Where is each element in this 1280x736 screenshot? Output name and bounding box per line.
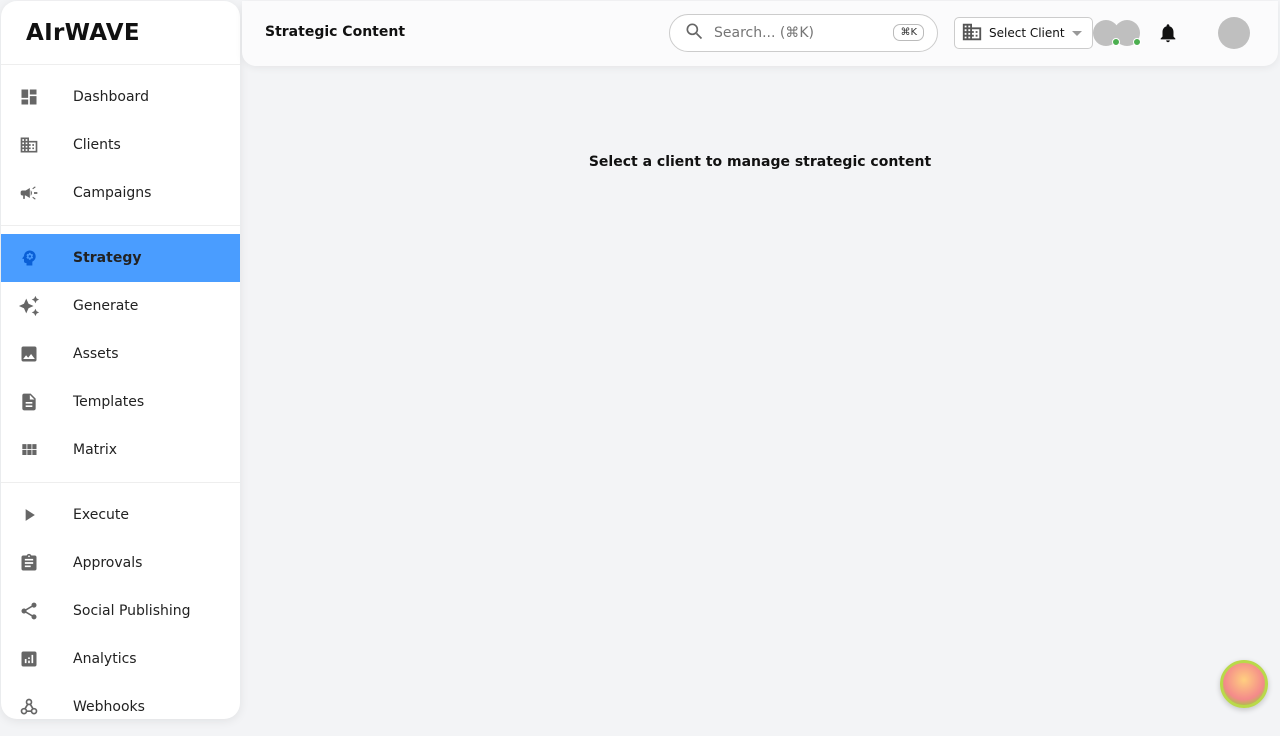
divider (1, 225, 240, 226)
sidebar-item-label: Generate (73, 298, 139, 314)
image-icon (1, 344, 73, 364)
sidebar-item-label: Templates (73, 394, 145, 410)
online-indicator (1133, 38, 1141, 46)
sidebar-item-label: Social Publishing (73, 603, 191, 619)
sidebar-item-analytics[interactable]: Analytics (1, 635, 240, 683)
sidebar-item-approvals[interactable]: Approvals (1, 539, 240, 587)
analytics-icon (1, 649, 73, 669)
bell-icon[interactable] (1157, 22, 1179, 48)
search-box[interactable]: ⌘K (669, 14, 938, 52)
sidebar-item-label: Assets (73, 346, 119, 362)
sparkle-icon (1, 295, 73, 317)
grid-icon (1, 440, 73, 460)
sidebar-item-execute[interactable]: Execute (1, 491, 240, 539)
sidebar-item-label: Execute (73, 507, 129, 523)
sidebar-item-dashboard[interactable]: Dashboard (1, 73, 240, 121)
sidebar-item-label: Dashboard (73, 89, 149, 105)
sidebar-item-label: Analytics (73, 651, 137, 667)
assistant-island-button[interactable] (1220, 660, 1268, 708)
sidebar-item-clients[interactable]: Clients (1, 121, 240, 169)
sidebar: AIrWAVE Dashboard Clients Campaigns Stra… (1, 1, 240, 719)
page-title: Strategic Content (265, 24, 406, 40)
building-icon (961, 21, 983, 46)
client-select-label: Select Client (989, 26, 1065, 40)
webhook-icon (1, 697, 73, 717)
app-logo: AIrWAVE (1, 1, 240, 65)
sidebar-item-campaigns[interactable]: Campaigns (1, 169, 240, 217)
user-avatar[interactable] (1218, 17, 1250, 49)
play-icon (1, 505, 73, 525)
sidebar-item-label: Approvals (73, 555, 143, 571)
sidebar-item-label: Matrix (73, 442, 118, 458)
document-icon (1, 392, 73, 412)
sidebar-item-webhooks[interactable]: Webhooks (1, 683, 240, 719)
sidebar-item-label: Campaigns (73, 185, 152, 201)
empty-state-message: Select a client to manage strategic cont… (588, 154, 932, 170)
building-icon (1, 135, 73, 155)
sidebar-item-social-publishing[interactable]: Social Publishing (1, 587, 240, 635)
online-indicator (1112, 38, 1120, 46)
sidebar-item-matrix[interactable]: Matrix (1, 426, 240, 474)
megaphone-icon (1, 183, 73, 203)
chevron-down-icon (1072, 31, 1082, 36)
sidebar-item-templates[interactable]: Templates (1, 378, 240, 426)
shortcut-badge: ⌘K (893, 24, 924, 41)
sidebar-item-label: Strategy (73, 250, 142, 266)
sidebar-item-generate[interactable]: Generate (1, 282, 240, 330)
sidebar-nav: Dashboard Clients Campaigns Strategy Gen… (1, 65, 240, 719)
dashboard-icon (1, 87, 73, 107)
search-input[interactable] (714, 25, 874, 41)
clipboard-icon (1, 553, 73, 573)
search-icon (684, 21, 704, 45)
share-icon (1, 601, 73, 621)
divider (1, 482, 240, 483)
sidebar-item-strategy[interactable]: Strategy (1, 234, 240, 282)
sidebar-item-label: Clients (73, 137, 121, 153)
sidebar-item-assets[interactable]: Assets (1, 330, 240, 378)
psychology-icon (1, 248, 73, 268)
top-header: Strategic Content ⌘K Select Client (242, 1, 1278, 66)
client-select[interactable]: Select Client (954, 17, 1093, 49)
sidebar-item-label: Webhooks (73, 699, 145, 715)
